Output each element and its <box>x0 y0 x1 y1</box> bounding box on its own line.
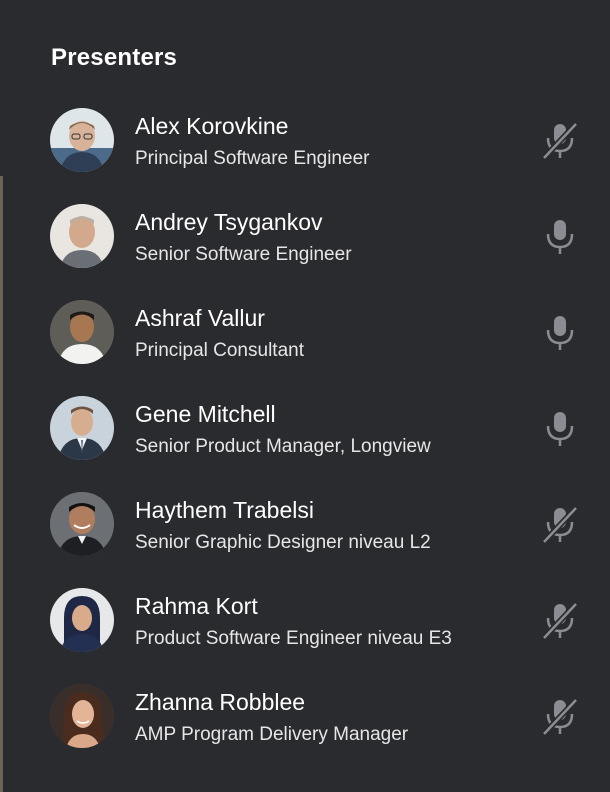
avatar <box>50 204 114 268</box>
avatar <box>50 684 114 748</box>
presenter-name: Gene Mitchell <box>135 401 276 427</box>
presenters-panel: Presenters Alex Korovkine Principal Soft… <box>0 0 610 792</box>
presenter-name: Andrey Tsygankov <box>135 209 323 235</box>
mic-muted-icon[interactable] <box>541 601 579 641</box>
presenter-role: Principal Consultant <box>135 340 304 361</box>
mic-muted-icon[interactable] <box>541 505 579 545</box>
presenter-name: Zhanna Robblee <box>135 689 306 715</box>
presenter-row[interactable]: Andrey Tsygankov Senior Software Enginee… <box>0 192 610 288</box>
presenter-row[interactable]: Ashraf Vallur Principal Consultant <box>0 288 610 384</box>
avatar <box>50 108 114 172</box>
presenter-name: Alex Korovkine <box>135 113 289 139</box>
avatar <box>50 588 114 652</box>
presenter-role: Senior Graphic Designer niveau L2 <box>135 532 431 553</box>
avatar <box>50 300 114 364</box>
presenter-role: Senior Product Manager, Longview <box>135 436 431 457</box>
mic-icon[interactable] <box>541 217 579 257</box>
presenter-row[interactable]: Zhanna Robblee AMP Program Delivery Mana… <box>0 672 610 768</box>
presenter-name: Haythem Trabelsi <box>135 497 314 523</box>
presenter-list: Alex Korovkine Principal Software Engine… <box>0 96 610 768</box>
presenter-row[interactable]: Gene Mitchell Senior Product Manager, Lo… <box>0 384 610 480</box>
presenter-row[interactable]: Alex Korovkine Principal Software Engine… <box>0 96 610 192</box>
presenter-name: Rahma Kort <box>135 593 258 619</box>
avatar <box>50 396 114 460</box>
presenter-role: AMP Program Delivery Manager <box>135 724 409 745</box>
presenter-row[interactable]: Rahma Kort Product Software Engineer niv… <box>0 576 610 672</box>
mic-icon[interactable] <box>541 313 579 353</box>
presenter-row[interactable]: Haythem Trabelsi Senior Graphic Designer… <box>0 480 610 576</box>
presenter-role: Senior Software Engineer <box>135 244 352 265</box>
mic-muted-icon[interactable] <box>541 697 579 737</box>
mic-icon[interactable] <box>541 409 579 449</box>
presenter-role: Principal Software Engineer <box>135 148 370 169</box>
avatar <box>50 492 114 556</box>
presenter-role: Product Software Engineer niveau E3 <box>135 628 452 649</box>
presenter-name: Ashraf Vallur <box>135 305 265 331</box>
mic-muted-icon[interactable] <box>541 121 579 161</box>
panel-title: Presenters <box>51 44 178 71</box>
